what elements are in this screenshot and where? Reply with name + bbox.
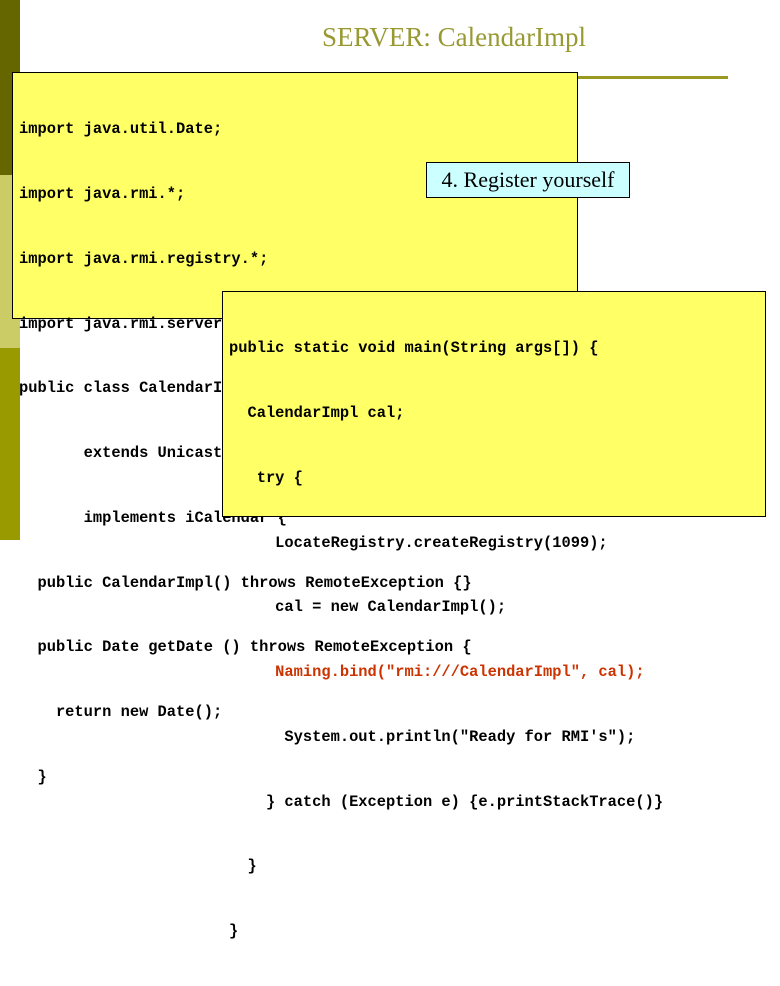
code-line: System.out.println("Ready for RMI's"); — [229, 727, 636, 746]
sidebar-bar-mid — [0, 348, 20, 540]
code-line: LocateRegistry.createRegistry(1099); — [229, 533, 608, 552]
callout-register-yourself: 4. Register yourself — [426, 162, 630, 198]
code-line: try { — [229, 468, 303, 487]
code-line: CalendarImpl cal; — [229, 403, 405, 422]
main-code-block: public static void main(String args[]) {… — [229, 295, 663, 986]
code-line: } — [229, 922, 239, 941]
code-line: import java.rmi.*; — [19, 184, 186, 203]
code-line: public static void main(String args[]) { — [229, 339, 599, 358]
code-line: } — [229, 857, 257, 876]
slide-title: SERVER: CalendarImpl — [322, 22, 587, 52]
code-line-highlighted: Naming.bind("rmi:///CalendarImpl", cal); — [229, 663, 645, 682]
code-line: import java.rmi.registry.*; — [19, 249, 269, 268]
code-line: cal = new CalendarImpl(); — [229, 598, 507, 617]
code-line: import java.util.Date; — [19, 120, 223, 139]
code-line: } catch (Exception e) {e.printStackTrace… — [229, 792, 664, 811]
title-underline — [577, 76, 728, 79]
main-method-code-box: public static void main(String args[]) {… — [222, 291, 766, 940]
